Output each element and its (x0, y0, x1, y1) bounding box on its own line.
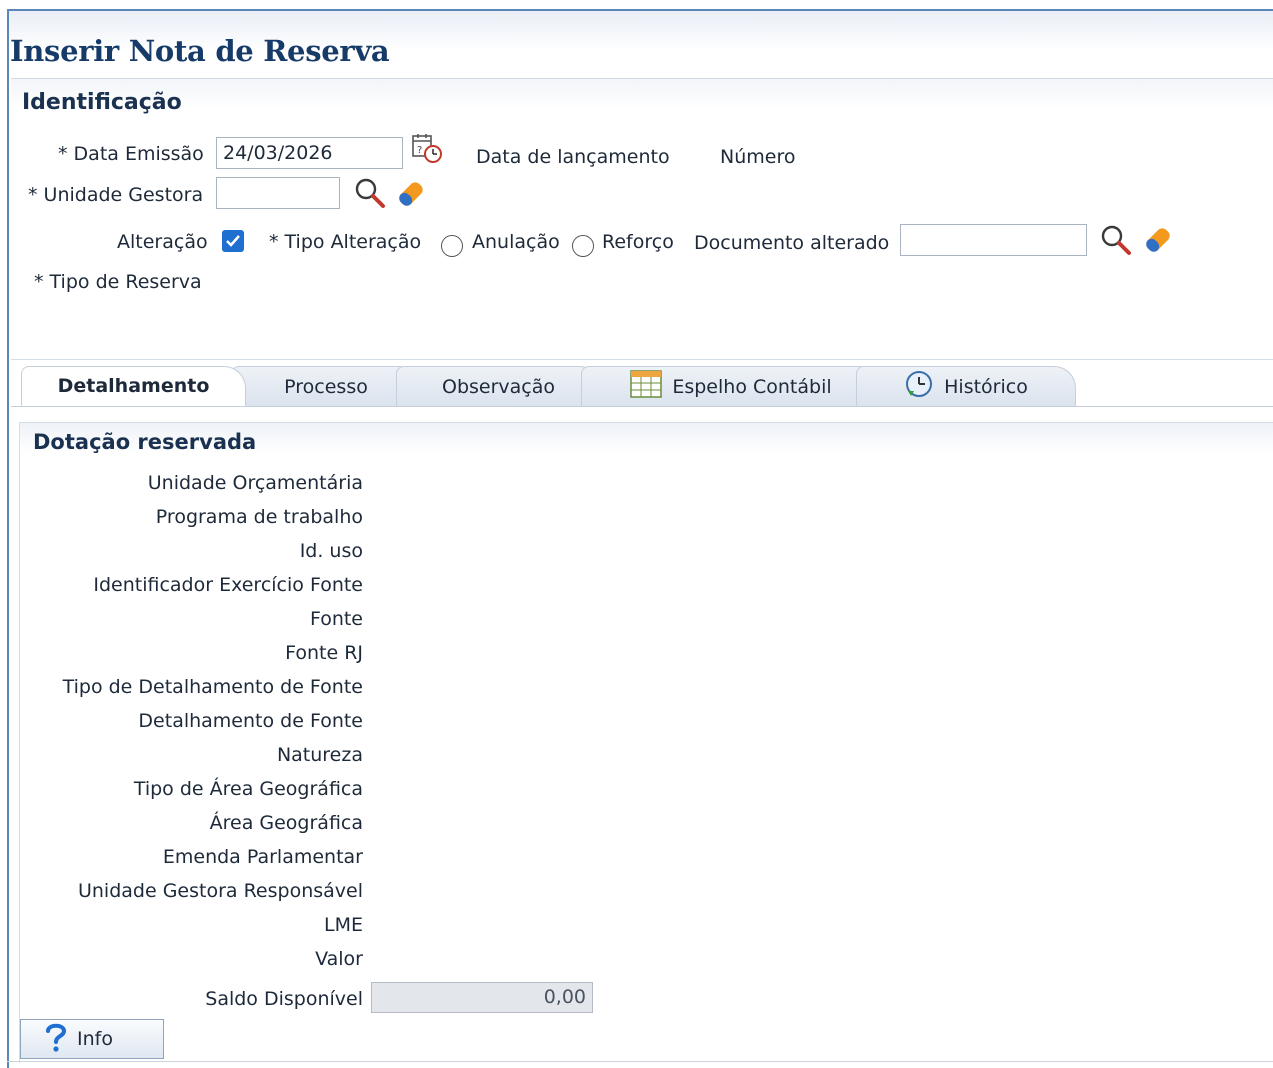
valor-label: Valor (315, 948, 363, 970)
search-icon[interactable] (353, 176, 387, 215)
page-title: Inserir Nota de Reserva (10, 34, 390, 68)
reforco-label: Reforço (602, 231, 674, 253)
calendar-icon[interactable]: ? (410, 132, 444, 171)
tipo-alteracao-label: * Tipo Alteração (269, 231, 422, 253)
tab-label: Observação (441, 375, 556, 398)
id-uso-label: Id. uso (299, 540, 363, 562)
tab-label: Espelho Contábil (672, 375, 832, 398)
info-button-label: Info (77, 1028, 113, 1050)
search-icon[interactable] (1099, 223, 1133, 262)
data-lancamento-label: Data de lançamento (476, 146, 670, 168)
unidade-orcamentaria-label: Unidade Orçamentária (147, 472, 363, 494)
tab-espelho-contabil[interactable]: Espelho Contábil (581, 366, 881, 406)
identificacao-section (11, 78, 1273, 360)
natureza-label: Natureza (276, 744, 363, 766)
fonte-rj-label: Fonte RJ (285, 642, 363, 664)
tipo-reserva-label: * Tipo de Reserva (34, 271, 202, 293)
numero-label: Número (720, 146, 796, 168)
tab-label: Processo (284, 375, 368, 398)
identificador-exercicio-fonte-label: Identificador Exercício Fonte (93, 574, 363, 596)
alteracao-label: Alteração (117, 231, 208, 253)
dotacao-title: Dotação reservada (33, 430, 257, 454)
alteracao-checkbox[interactable] (222, 230, 244, 252)
area-geografica-label: Área Geográfica (209, 812, 363, 834)
history-icon (904, 369, 934, 404)
anulacao-radio[interactable] (441, 235, 463, 257)
tab-historico[interactable]: Histórico (856, 366, 1076, 406)
programa-trabalho-label: Programa de trabalho (155, 506, 363, 528)
eraser-icon[interactable] (1141, 224, 1175, 261)
tab-detalhamento[interactable]: Detalhamento (21, 366, 246, 406)
anulacao-label: Anulação (472, 231, 560, 253)
tipo-area-geografica-label: Tipo de Área Geográfica (133, 778, 363, 800)
documento-alterado-input[interactable] (900, 224, 1087, 256)
reforco-radio[interactable] (572, 235, 594, 257)
lme-label: LME (324, 914, 363, 936)
unidade-gestora-responsavel-label: Unidade Gestora Responsável (77, 880, 363, 902)
tab-bar: Processo Observação Espelho Contábil His… (11, 362, 1273, 407)
unidade-gestora-input[interactable] (216, 177, 340, 209)
identificacao-title: Identificação (22, 90, 182, 115)
data-emissao-label: * Data Emissão (58, 143, 204, 165)
bottom-divider (7, 1061, 1273, 1062)
data-emissao-input[interactable] (216, 137, 403, 169)
spreadsheet-icon (630, 370, 663, 403)
detalhamento-fonte-label: Detalhamento de Fonte (138, 710, 363, 732)
saldo-disponivel-value: 0,00 (371, 982, 593, 1013)
tipo-detalhamento-fonte-label: Tipo de Detalhamento de Fonte (62, 676, 363, 698)
emenda-parlamentar-label: Emenda Parlamentar (162, 846, 363, 868)
info-button[interactable]: Info (20, 1019, 164, 1059)
fonte-label: Fonte (309, 608, 363, 630)
help-icon (43, 1022, 69, 1057)
saldo-disponivel-label: Saldo Disponível (205, 988, 363, 1010)
eraser-icon[interactable] (394, 178, 428, 215)
tab-label: Detalhamento (57, 375, 210, 397)
documento-alterado-label: Documento alterado (694, 232, 890, 254)
tab-observacao[interactable]: Observação (396, 366, 601, 406)
unidade-gestora-label: * Unidade Gestora (28, 184, 204, 206)
svg-text:?: ? (417, 145, 422, 156)
tab-label: Histórico (944, 375, 1028, 398)
tab-processo[interactable]: Processo (231, 366, 421, 406)
